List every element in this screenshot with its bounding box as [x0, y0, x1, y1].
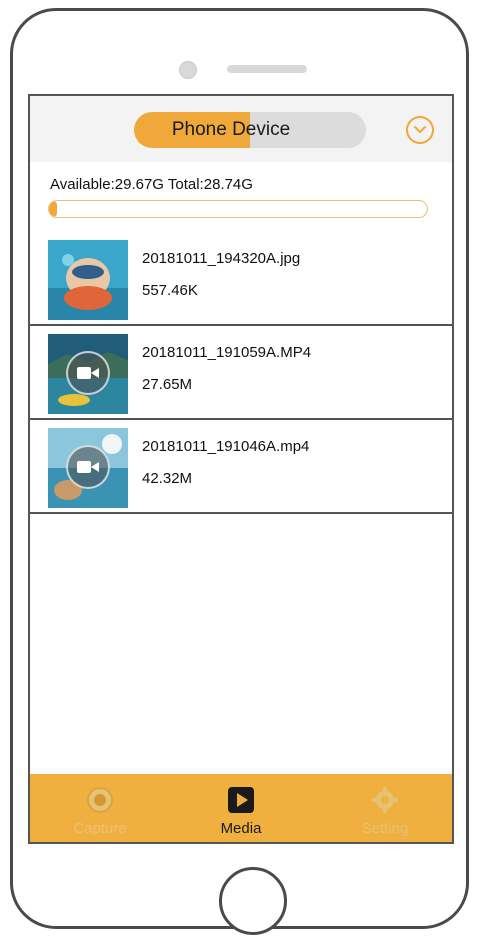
tab-label: Setting [361, 820, 409, 837]
storage-info: Available:29.67G Total:28.74G [50, 176, 253, 193]
dropdown-button[interactable] [406, 116, 434, 144]
bottom-tab-bar: Capture Media Setting [30, 774, 452, 842]
home-button[interactable] [219, 867, 287, 935]
video-camera-icon [77, 367, 99, 379]
chevron-down-icon [414, 126, 426, 134]
file-name: 20181011_191059A.MP4 [142, 344, 312, 361]
file-size: 27.65M [142, 376, 193, 393]
gear-icon [372, 787, 398, 813]
file-thumbnail [48, 334, 128, 414]
file-size: 557.46K [142, 282, 198, 299]
video-overlay [66, 351, 110, 395]
file-row[interactable]: 20181011_191046A.mp4 42.32M [30, 420, 452, 514]
file-name: 20181011_194320A.jpg [142, 250, 301, 267]
file-thumbnail [48, 240, 128, 320]
tab-setting[interactable]: Setting [335, 774, 435, 842]
file-name: 20181011_191046A.mp4 [142, 438, 310, 455]
source-selector[interactable]: Phone Device [134, 112, 366, 148]
video-overlay [66, 445, 110, 489]
header-bar: Phone Device [30, 96, 452, 162]
tab-capture[interactable]: Capture [50, 774, 150, 842]
play-icon [228, 787, 254, 813]
camera-icon [87, 787, 113, 813]
file-thumbnail [48, 428, 128, 508]
tab-media[interactable]: Media [191, 774, 291, 842]
file-size: 42.32M [142, 470, 193, 487]
file-row[interactable]: 20181011_194320A.jpg 557.46K [30, 232, 452, 326]
front-camera [179, 61, 197, 79]
storage-progress-fill [49, 201, 57, 217]
earpiece-speaker [227, 65, 307, 73]
source-selector-label: Phone Device [171, 119, 291, 140]
storage-progress-bar [48, 200, 428, 218]
video-camera-icon [77, 461, 99, 473]
tab-label: Media [220, 820, 262, 837]
app-screen: Phone Device Available:29.67G Total:28.7… [28, 94, 454, 844]
file-row[interactable]: 20181011_191059A.MP4 27.65M [30, 326, 452, 420]
tab-label: Capture [73, 820, 127, 837]
